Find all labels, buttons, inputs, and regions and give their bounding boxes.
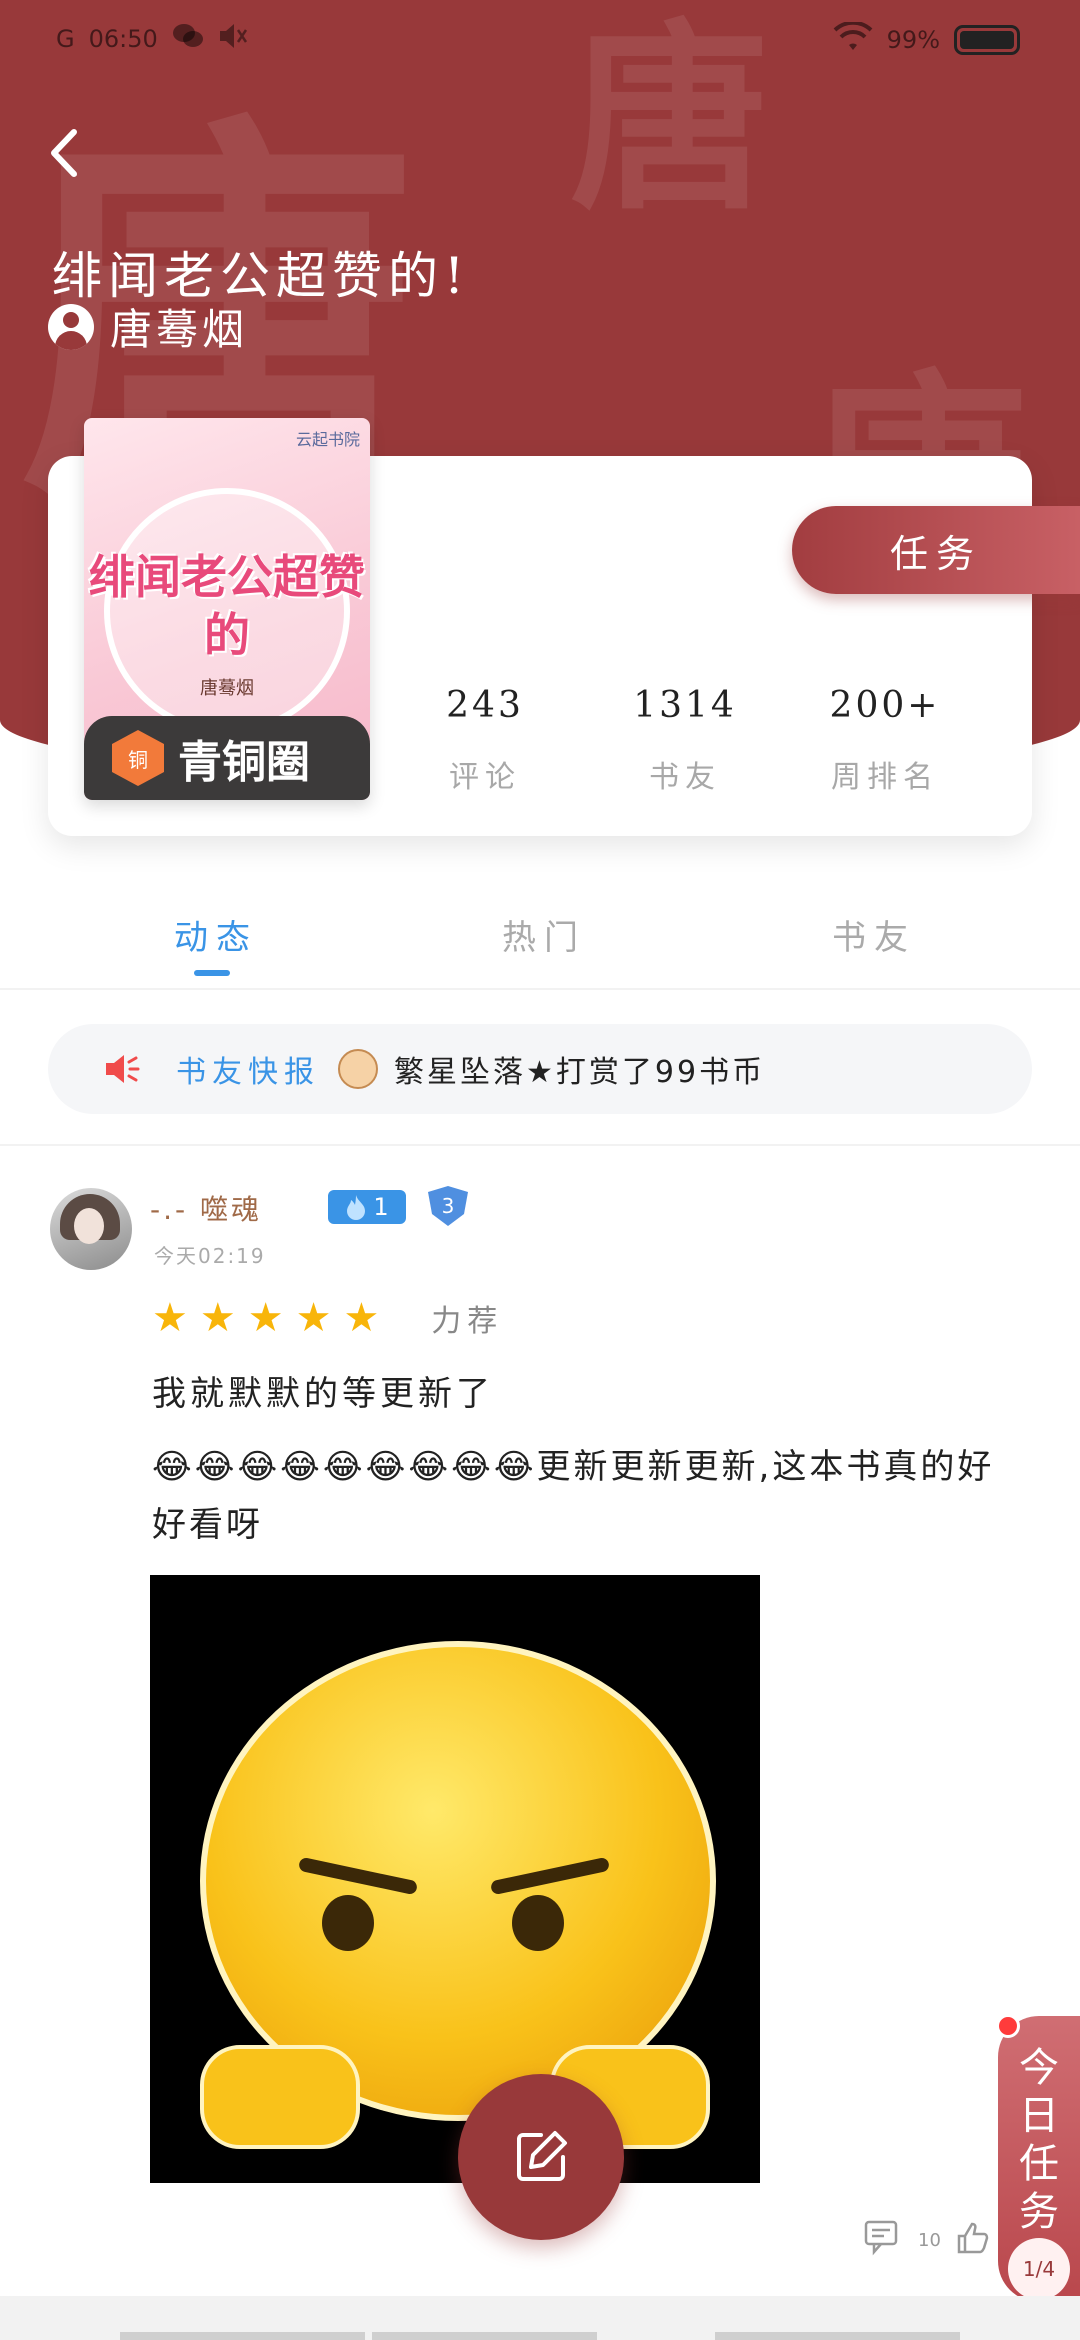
flash-news-bar[interactable]: 书友快报 繁星坠落★打赏了99书币	[48, 1024, 1032, 1114]
signal-icon: G	[56, 25, 75, 53]
comment-icon[interactable]	[864, 2220, 904, 2261]
stat-value: 243	[446, 685, 524, 726]
badge-label: 青铜圈	[178, 737, 310, 788]
compose-button[interactable]	[458, 2074, 624, 2240]
news-text: 繁星坠落★打赏了99书币	[394, 1055, 766, 1090]
author-row[interactable]: 唐蓦烟	[48, 296, 248, 357]
shield-icon: 3	[428, 1186, 468, 1226]
tab-indicator	[194, 970, 230, 976]
wechat-icon	[172, 22, 204, 56]
star-icon: ★	[247, 1295, 284, 1341]
author-name: 唐蓦烟	[110, 305, 249, 354]
rating: ★ ★ ★ ★ ★ 力荐	[152, 1296, 503, 1340]
tab-popular[interactable]: 热门	[502, 910, 586, 959]
stat-readers[interactable]: 1314 书友	[585, 685, 785, 796]
rating-label: 力荐	[431, 1304, 504, 1339]
task-button[interactable]: 任务	[792, 506, 1080, 594]
stat-label: 书友	[649, 760, 721, 795]
divider	[0, 1144, 1080, 1146]
bottom-strip	[0, 2296, 1080, 2340]
star-icon: ★	[199, 1295, 236, 1341]
news-label: 书友快报	[176, 1055, 320, 1090]
notification-dot	[996, 2014, 1020, 2038]
stat-label: 周排名	[831, 760, 939, 795]
tab-bar: 动态 热门 书友	[0, 900, 1080, 990]
flame-icon	[347, 1195, 366, 1220]
cover-title: 绯闻老公超赞的	[89, 550, 365, 662]
post-text: 😂😂😂😂😂😂😂😂😂更新更新更新,这本书真的好好看呀	[152, 1447, 995, 1545]
post-time: 今天02:19	[154, 1244, 266, 1268]
news-user-avatar	[338, 1049, 378, 1089]
cover-publisher: 云起书院	[295, 430, 360, 449]
daily-task-label: 今日任务	[1019, 2045, 1059, 2235]
tab-feed[interactable]: 动态	[174, 910, 258, 959]
stat-label: 评论	[449, 760, 521, 795]
daily-task-progress: 1/4	[1008, 2238, 1070, 2300]
post-username[interactable]: -.- 噬魂	[150, 1188, 262, 1228]
mute-icon	[218, 22, 248, 56]
avatar[interactable]	[50, 1188, 132, 1270]
level-value: 1	[373, 1193, 389, 1221]
book-cover[interactable]: 云起书院 绯闻老公超赞的 唐蓦烟 铜 青铜圈	[84, 418, 370, 800]
level-badge: 1	[328, 1190, 406, 1224]
back-button[interactable]	[36, 118, 96, 188]
star-icon: ★	[152, 1295, 188, 1341]
bronze-medal-icon: 铜	[112, 730, 164, 786]
status-bar: G 06:50 99%	[0, 0, 1080, 80]
post-actions: 10	[864, 2220, 991, 2261]
thumbs-up-icon[interactable]	[955, 2220, 991, 2261]
battery-icon	[954, 25, 1020, 55]
stat-comments[interactable]: 243 评论	[385, 685, 585, 796]
speaker-icon	[102, 1049, 142, 1089]
stat-weekly-rank[interactable]: 200+ 周排名	[785, 685, 985, 796]
battery-percent: 99%	[886, 26, 940, 54]
status-time: 06:50	[88, 25, 158, 53]
tab-readers[interactable]: 书友	[832, 910, 916, 959]
user-icon	[48, 303, 94, 350]
bronze-circle-badge[interactable]: 铜 青铜圈	[84, 716, 370, 800]
stat-value: 1314	[633, 685, 737, 726]
post-text: 我就默默的等更新了	[152, 1374, 494, 1414]
daily-task-tab[interactable]: 今日任务 1/4	[996, 2014, 1080, 2302]
cover-author: 唐蓦烟	[200, 678, 254, 699]
comment-count: 10	[918, 2230, 941, 2251]
wifi-icon	[833, 20, 873, 58]
edit-icon	[517, 2131, 567, 2181]
stat-value: 200+	[829, 685, 941, 726]
star-icon: ★	[343, 1295, 380, 1341]
post-image[interactable]	[150, 1575, 760, 2183]
star-icon: ★	[295, 1295, 332, 1341]
